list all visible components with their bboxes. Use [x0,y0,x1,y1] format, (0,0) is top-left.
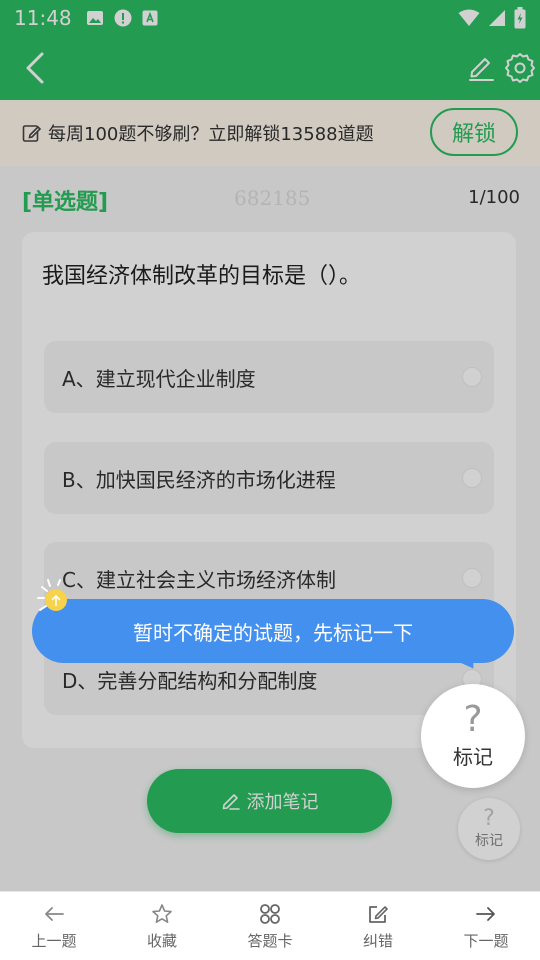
nav-label: 下一题 [463,931,509,950]
lightbulb-icon [37,579,67,611]
grid-icon [260,903,280,924]
bottom-navigation: 上一题 收藏 答题卡 纠错 下一题 [0,891,540,960]
nav-next-question[interactable]: 下一题 [432,892,540,960]
nav-label: 收藏 [146,931,177,950]
mark-label: 标记 [453,744,493,769]
arrow-right-icon [476,906,495,921]
nav-label: 上一题 [31,931,77,950]
star-icon [152,903,172,923]
nav-favorite[interactable]: 收藏 [108,892,216,960]
tooltip-text: 暂时不确定的试题，先标记一下 [133,620,413,645]
question-mark-icon: ? [463,698,483,740]
nav-label: 答题卡 [247,931,293,950]
nav-label: 纠错 [362,931,393,950]
edit-icon [369,905,388,923]
nav-answer-sheet[interactable]: 答题卡 [216,892,324,960]
arrow-left-icon [45,906,64,921]
mark-button-highlight[interactable]: ? 标记 [421,684,525,788]
nav-report-error[interactable]: 纠错 [324,892,432,960]
nav-previous-question[interactable]: 上一题 [0,892,108,960]
guide-tooltip: 暂时不确定的试题，先标记一下 [32,599,514,663]
